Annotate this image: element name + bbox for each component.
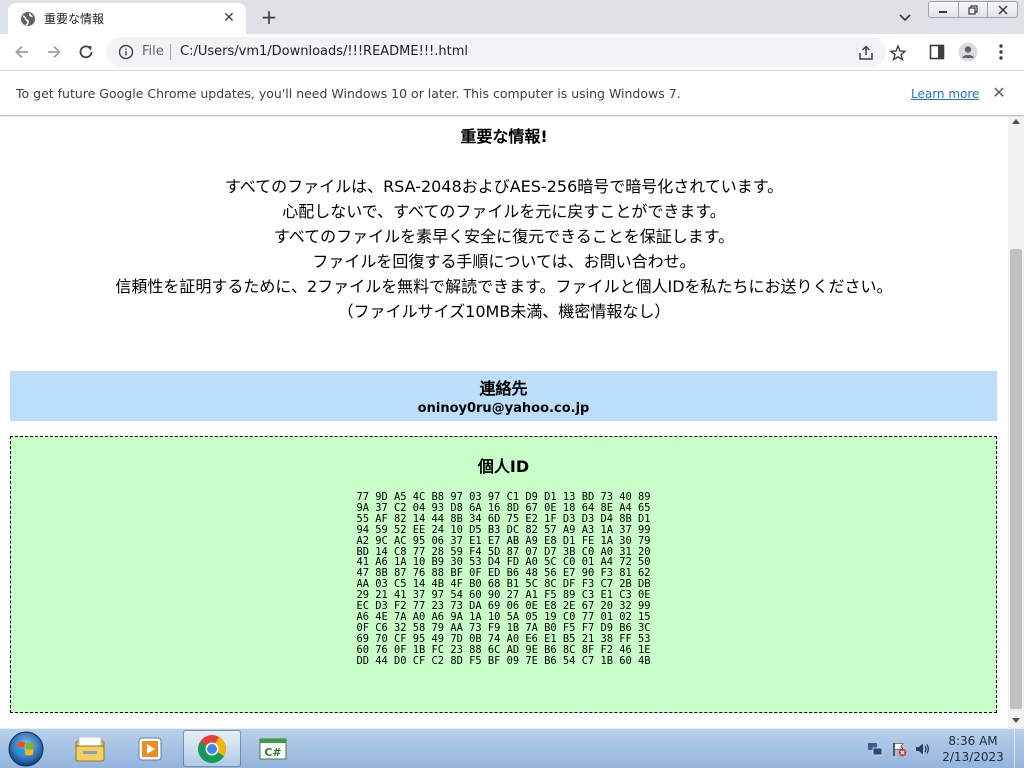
tab-title: 重要な情報 bbox=[44, 12, 105, 26]
action-center-flag-icon[interactable] bbox=[891, 741, 907, 757]
taskbar-explorer[interactable] bbox=[61, 730, 119, 767]
minimize-icon[interactable] bbox=[929, 2, 959, 17]
file-chip: File bbox=[142, 44, 164, 59]
page-scrollbar[interactable] bbox=[1008, 117, 1024, 728]
info-icon[interactable] bbox=[118, 44, 134, 60]
contact-email: oninoy0ru@yahoo.co.jp bbox=[417, 401, 590, 416]
browser-toolbar: File C:/Users/vm1/Downloads/!!!README!!!… bbox=[0, 34, 1024, 70]
plus-icon[interactable]: + bbox=[256, 5, 282, 29]
show-desktop-button[interactable] bbox=[1014, 729, 1024, 768]
personal-id-hex: 77 9D A5 4C B8 97 03 97 C1 D9 D1 13 BD 7… bbox=[11, 492, 996, 667]
taskbar-chrome[interactable] bbox=[183, 730, 241, 767]
close-icon[interactable] bbox=[988, 2, 1017, 17]
csharp-app-icon: C# bbox=[259, 738, 287, 759]
taskbar-csharp-app[interactable]: C# bbox=[244, 730, 302, 767]
hex-line: DD 44 D0 CF C2 8D F5 BF 09 7E B6 54 C7 1… bbox=[356, 654, 651, 667]
page-viewport: 重要な情報! すべてのファイルは、RSA-2048およびAES-256暗号で暗号… bbox=[0, 117, 1008, 728]
close-icon[interactable]: ✕ bbox=[990, 84, 1008, 102]
omnibox-divider bbox=[170, 44, 171, 60]
windows-start-icon[interactable] bbox=[6, 730, 46, 768]
globe-icon bbox=[21, 12, 35, 26]
message-line: すべてのファイルを素早く安全に復元できることを保証します。 bbox=[273, 227, 735, 246]
close-icon[interactable]: ✕ bbox=[220, 9, 238, 27]
url-text[interactable]: C:/Users/vm1/Downloads/!!!README!!!.html bbox=[180, 44, 468, 59]
scroll-down-arrow-icon[interactable] bbox=[1012, 718, 1020, 723]
taskbar-media-player[interactable] bbox=[122, 730, 180, 767]
infobar-message: To get future Google Chrome updates, you… bbox=[16, 86, 681, 101]
learn-more-link[interactable]: Learn more bbox=[911, 87, 979, 101]
message-line: すべてのファイルは、RSA-2048およびAES-256暗号で暗号化されています… bbox=[224, 177, 784, 196]
restore-icon[interactable] bbox=[959, 2, 989, 17]
forward-arrow-icon[interactable] bbox=[42, 40, 66, 64]
back-arrow-icon[interactable] bbox=[10, 40, 34, 64]
hex-line: A2 9C AC 95 06 37 E1 E7 AB A9 E8 D1 FE 1… bbox=[356, 534, 651, 547]
windows-taskbar: C# 8:36 AM 2/13/2023 bbox=[0, 728, 1024, 768]
scroll-up-arrow-icon[interactable] bbox=[1012, 119, 1020, 124]
message-line: ファイルを回復する手順については、お問い合わせ。 bbox=[312, 252, 696, 271]
clock-date: 2/13/2023 bbox=[942, 750, 1004, 764]
side-panel-icon[interactable] bbox=[927, 42, 947, 62]
media-player-icon bbox=[138, 737, 162, 760]
svg-text:C#: C# bbox=[264, 746, 281, 759]
message-line: （ファイルサイズ10MB未満、機密情報なし） bbox=[337, 302, 671, 321]
kebab-menu-icon[interactable] bbox=[991, 42, 1011, 62]
system-clock[interactable]: 8:36 AM 2/13/2023 bbox=[934, 733, 1012, 765]
reload-icon[interactable] bbox=[74, 40, 98, 64]
volume-icon[interactable] bbox=[914, 741, 930, 757]
hex-line: 60 76 0F 1B FC 23 88 6C AD 9E B6 8C 8F F… bbox=[356, 643, 651, 656]
page-title: 重要な情報! bbox=[460, 127, 548, 146]
tab-strip: 重要な情報 ✕ + bbox=[0, 0, 1024, 34]
chrome-icon bbox=[198, 734, 226, 763]
personal-id-title: 個人ID bbox=[477, 457, 530, 476]
explorer-icon bbox=[75, 736, 105, 761]
message-line: 心配しないで、すべてのファイルを元に戻すことができます。 bbox=[282, 202, 726, 221]
personal-id-section: 個人ID 77 9D A5 4C B8 97 03 97 C1 D9 D1 13… bbox=[10, 436, 997, 713]
star-icon[interactable] bbox=[889, 44, 907, 62]
browser-tab[interactable]: 重要な情報 ✕ bbox=[8, 3, 246, 34]
network-icon[interactable] bbox=[867, 741, 883, 757]
contact-section: 連絡先 oninoy0ru@yahoo.co.jp bbox=[10, 371, 997, 421]
chevron-down-icon[interactable] bbox=[894, 8, 916, 28]
update-infobar: To get future Google Chrome updates, you… bbox=[0, 70, 1024, 116]
profile-icon[interactable] bbox=[958, 42, 978, 62]
scroll-thumb[interactable] bbox=[1010, 249, 1022, 709]
clock-time: 8:36 AM bbox=[948, 734, 998, 748]
address-bar[interactable]: File C:/Users/vm1/Downloads/!!!README!!!… bbox=[106, 37, 907, 67]
hex-line: 94 59 52 EE 24 10 D5 B3 DC 82 57 A9 A3 1… bbox=[356, 523, 651, 536]
share-icon[interactable] bbox=[857, 44, 875, 62]
message-line: 信頼性を証明するために、2ファイルを無料で解読できます。ファイルと個人IDを私た… bbox=[115, 277, 893, 296]
contact-title: 連絡先 bbox=[479, 379, 528, 398]
window-controls bbox=[928, 1, 1018, 18]
